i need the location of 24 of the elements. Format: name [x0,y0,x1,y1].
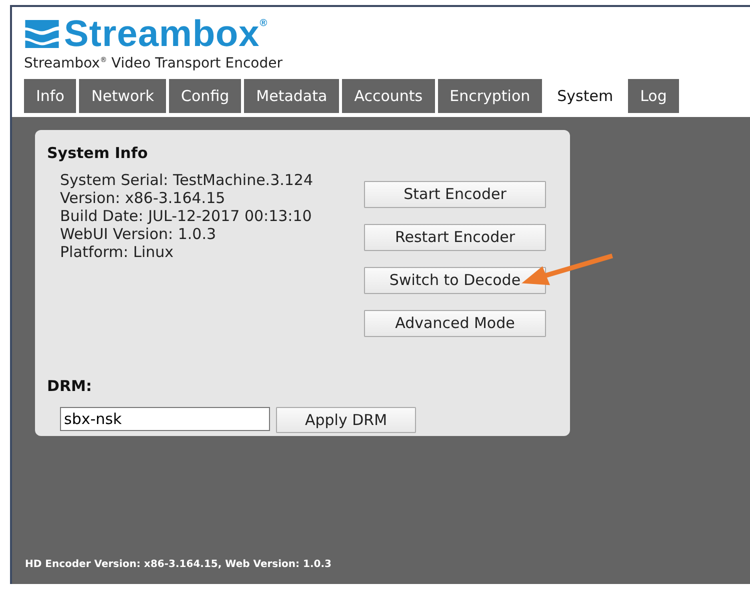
info-line: Platform: Linux [60,242,174,261]
action-button[interactable]: Switch to Decode [364,266,546,294]
logo-wordmark: Streambox$^{®}$ [64,17,268,51]
tab[interactable]: Encryption [438,78,542,113]
tab[interactable]: Config [169,78,242,113]
info-line: System Serial: TestMachine.3.124 [60,170,314,189]
info-line: Version: x86-3.164.15 [60,188,226,207]
waves-icon [24,20,60,48]
apply-drm-button[interactable]: Apply DRM [276,406,416,433]
logo-subtitle: Streambox$^{®}$ Video Transport Encoder [24,54,284,72]
section-heading: DRM: [47,376,93,395]
tab[interactable]: Metadata [244,78,340,113]
status-bar-text: HD Encoder Version: x86-3.164.15, Web Version: 1.0.3 [25,559,332,570]
drm-input-field[interactable]: sbx-nsk [60,406,270,431]
info-line: Build Date: JUL-12-2017 00:13:10 [60,206,313,225]
tab[interactable]: Accounts [342,78,435,113]
action-button[interactable]: Restart Encoder [364,224,546,251]
info-line: WebUI Version: 1.0.3 [60,224,218,243]
tab[interactable]: Log [628,78,679,113]
tab[interactable]: Network [79,78,166,113]
action-button[interactable]: Advanced Mode [364,310,546,337]
section-heading: System Info [47,144,149,162]
action-button[interactable]: Start Encoder [364,180,546,208]
tab[interactable]: Info [24,78,76,113]
